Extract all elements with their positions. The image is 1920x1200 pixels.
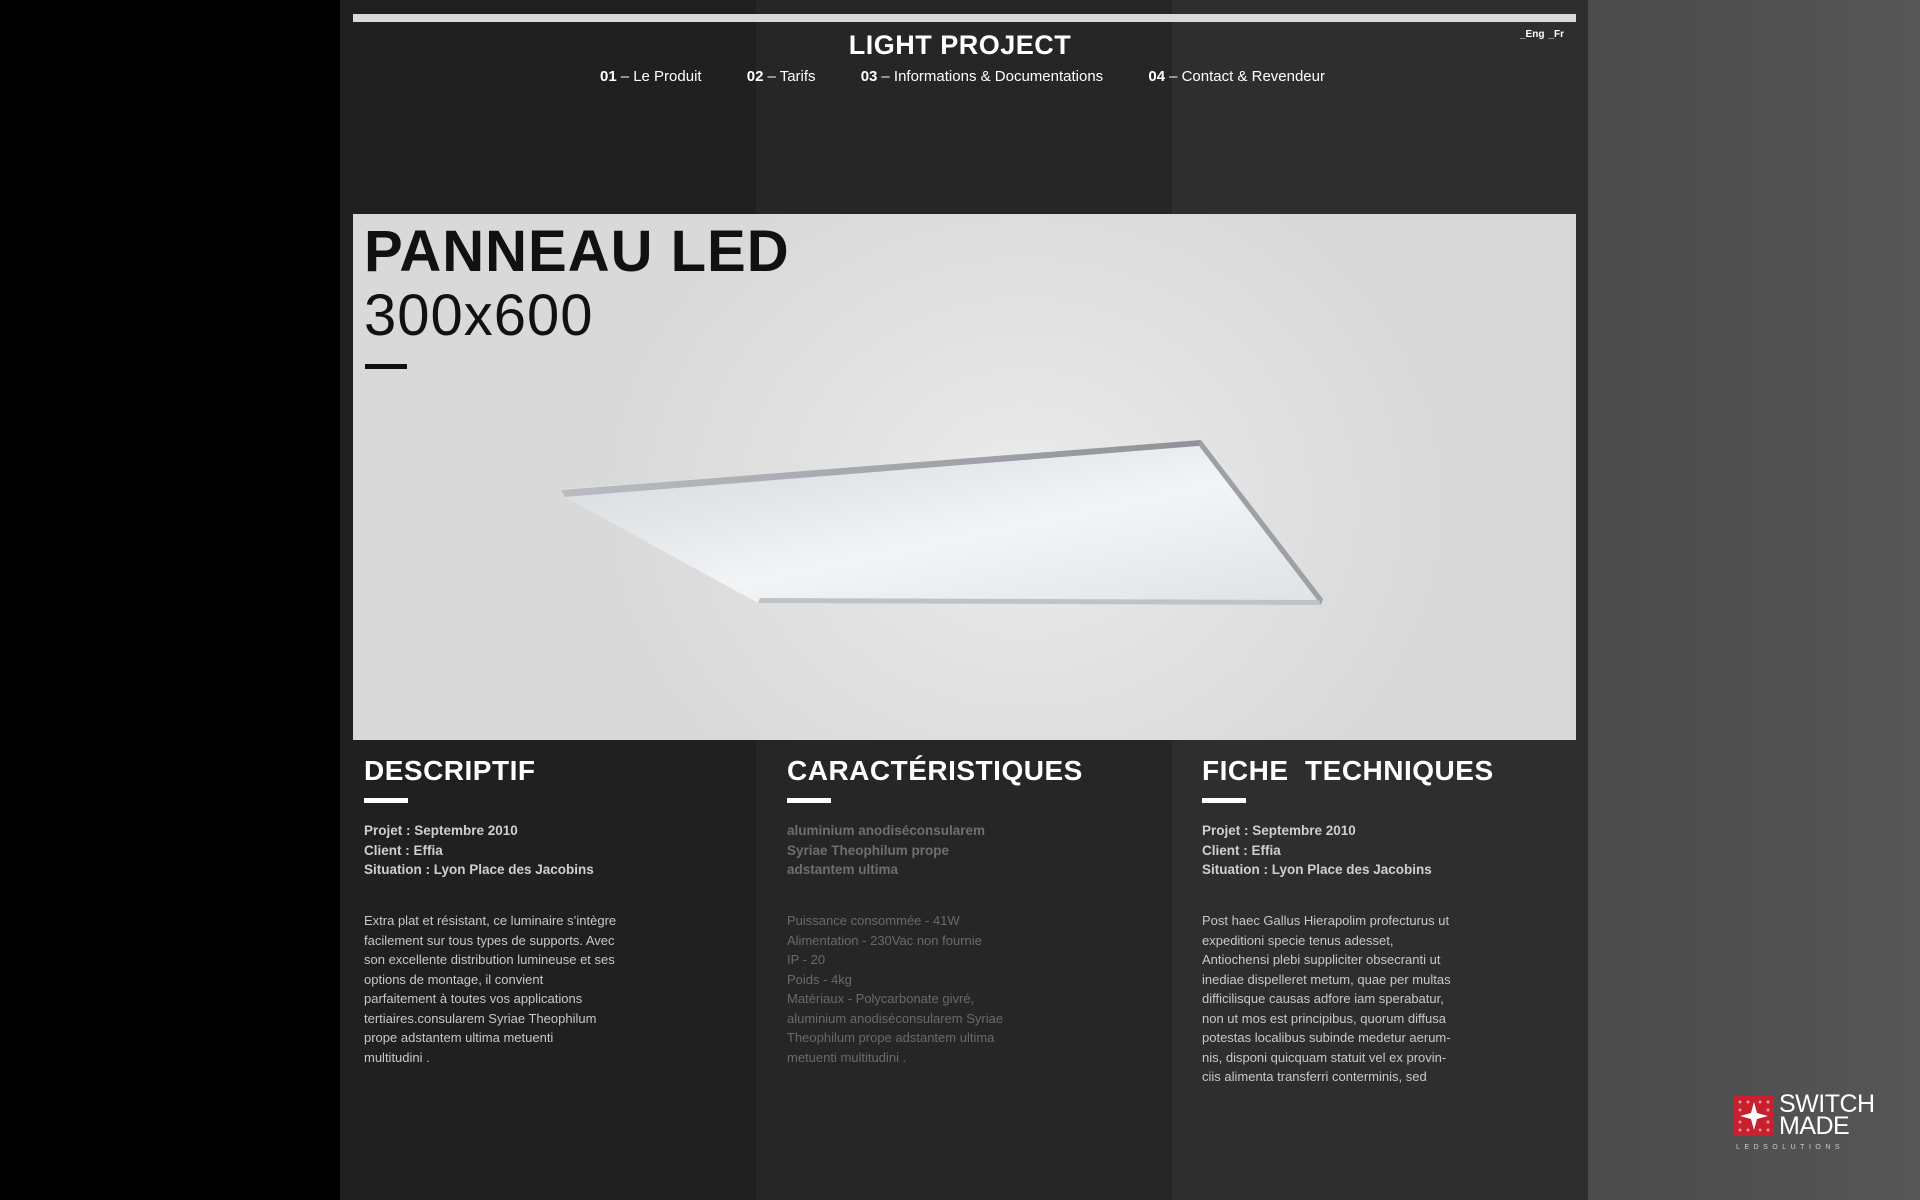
- body-line: Poids - 4kg: [787, 971, 853, 987]
- body-line: expeditioni specie tenus adesset,: [1202, 932, 1394, 948]
- lang-eng-link[interactable]: _Eng: [1520, 29, 1544, 40]
- main-nav: 01– Le Produit 02– Tarifs 03– Informatio…: [600, 68, 1325, 85]
- nav-label: – Informations & Documentations: [881, 68, 1104, 85]
- body-line: prope adstantem ultima metuenti: [364, 1030, 554, 1045]
- nav-label: – Tarifs: [767, 68, 816, 85]
- title-underline: [365, 364, 407, 369]
- product-title: PANNEAU LED: [364, 219, 790, 284]
- meta-line: Client : Effia: [364, 842, 443, 858]
- body-line: Antiochensi plebi suppliciter obsecranti…: [1202, 952, 1441, 967]
- section-title-caracteristiques: CARACTÉRISTIQUES: [787, 755, 1083, 786]
- nav-num: 01: [600, 68, 617, 85]
- body-line: son excellente distribution lumineuse et…: [364, 952, 615, 967]
- nav-label: – Le Produit: [620, 68, 702, 85]
- body-line: Puissance consommée - 41W: [787, 913, 960, 928]
- body-line: metuenti multitudini .: [787, 1049, 907, 1065]
- product-hero: PANNEAU LED 300x600: [353, 214, 1576, 740]
- body-line: tertiaires.consularem Syriae Theophilum: [364, 1010, 597, 1026]
- caracteristiques-meta: aluminium anodiséconsularem Syriae Theop…: [787, 821, 985, 880]
- section-title-descriptif: DESCRIPTIF: [364, 755, 536, 786]
- descriptif-meta: Projet : Septembre 2010 Client : Effia S…: [364, 821, 594, 880]
- nav-num: 03: [860, 68, 878, 85]
- section-underline: [364, 798, 408, 803]
- meta-line: Projet : Septembre 2010: [364, 823, 518, 838]
- meta-line: Projet : Septembre 2010: [1202, 823, 1356, 838]
- body-line: difficilisque causas adfore iam sperabat…: [1202, 991, 1444, 1006]
- descriptif-body: Extra plat et résistant, ce luminaire s’…: [364, 911, 634, 1067]
- logo-mark-icon: [1734, 1096, 1774, 1136]
- nav-num: 02: [746, 68, 764, 85]
- meta-line: aluminium anodiséconsularem: [787, 823, 986, 838]
- section-underline: [1202, 798, 1246, 803]
- language-switch: _Eng _Fr: [1520, 29, 1568, 40]
- switchmade-logo[interactable]: SWITCH MADE LEDSOLUTIONS: [1734, 1092, 1875, 1155]
- logo-subtitle: LEDSOLUTIONS: [1736, 1144, 1845, 1151]
- nav-num: 04: [1148, 68, 1166, 85]
- meta-line: Situation : Lyon Place des Jacobins: [1202, 862, 1432, 877]
- body-line: aluminium anodiséconsularem Syriae: [787, 1010, 1004, 1026]
- nav-item-contact[interactable]: 04– Contact & Revendeur: [1148, 68, 1325, 85]
- nav-item-produit[interactable]: 01– Le Produit: [600, 68, 702, 85]
- meta-line: Syriae Theophilum prope: [787, 842, 950, 858]
- nav-label: – Contact & Revendeur: [1169, 68, 1325, 85]
- body-line: inediae dispelleret metum, quae per mult…: [1202, 971, 1451, 987]
- background-right: [1588, 0, 1920, 1200]
- logo-line2: MADE: [1779, 1112, 1850, 1140]
- top-bar: [353, 14, 1576, 22]
- section-title-fiche-techniques: FICHE TECHNIQUES: [1202, 755, 1494, 786]
- fiche-meta: Projet : Septembre 2010 Client : Effia S…: [1202, 821, 1432, 880]
- body-line: options de montage, il convient: [364, 971, 544, 987]
- body-line: Matériaux - Polycarbonate givré,: [787, 991, 975, 1006]
- body-line: Extra plat et résistant, ce luminaire s’…: [364, 913, 617, 928]
- body-line: non ut mos est principibus, quorum diffu…: [1202, 1010, 1447, 1026]
- body-line: IP - 20: [787, 952, 826, 967]
- meta-line: adstantem ultima: [787, 862, 899, 877]
- body-line: facilement sur tous types de supports. A…: [364, 932, 615, 948]
- caracteristiques-body: Puissance consommée - 41W Alimentation -…: [787, 911, 1057, 1067]
- nav-item-informations[interactable]: 03– Informations & Documentations: [861, 68, 1103, 85]
- lang-fr-link[interactable]: _Fr: [1548, 29, 1564, 40]
- body-line: multitudini .: [364, 1049, 430, 1065]
- site-title[interactable]: LIGHT PROJECT: [0, 30, 1920, 61]
- body-line: Alimentation - 230Vac non fournie: [787, 932, 982, 948]
- body-line: nis, disponi quicquam statuit vel ex pro…: [1202, 1049, 1447, 1065]
- meta-line: Situation : Lyon Place des Jacobins: [364, 862, 594, 877]
- body-line: Post haec Gallus Hierapolim profecturus …: [1202, 913, 1450, 928]
- logo-text: SWITCH MADE: [1779, 1092, 1875, 1140]
- body-line: ciis alimenta transferri conterminis, se…: [1202, 1069, 1427, 1084]
- body-line: Theophilum prope adstantem ultima: [787, 1030, 995, 1045]
- body-line: potestas localibus subinde medetur aerum…: [1202, 1030, 1451, 1045]
- product-size: 300x600: [364, 283, 594, 348]
- body-line: parfaitement à toutes vos applications: [364, 991, 583, 1006]
- fiche-body: Post haec Gallus Hierapolim profecturus …: [1202, 911, 1472, 1087]
- meta-line: Client : Effia: [1202, 842, 1281, 858]
- background-left: [0, 0, 340, 1200]
- nav-item-tarifs[interactable]: 02– Tarifs: [747, 68, 816, 85]
- section-underline: [787, 798, 831, 803]
